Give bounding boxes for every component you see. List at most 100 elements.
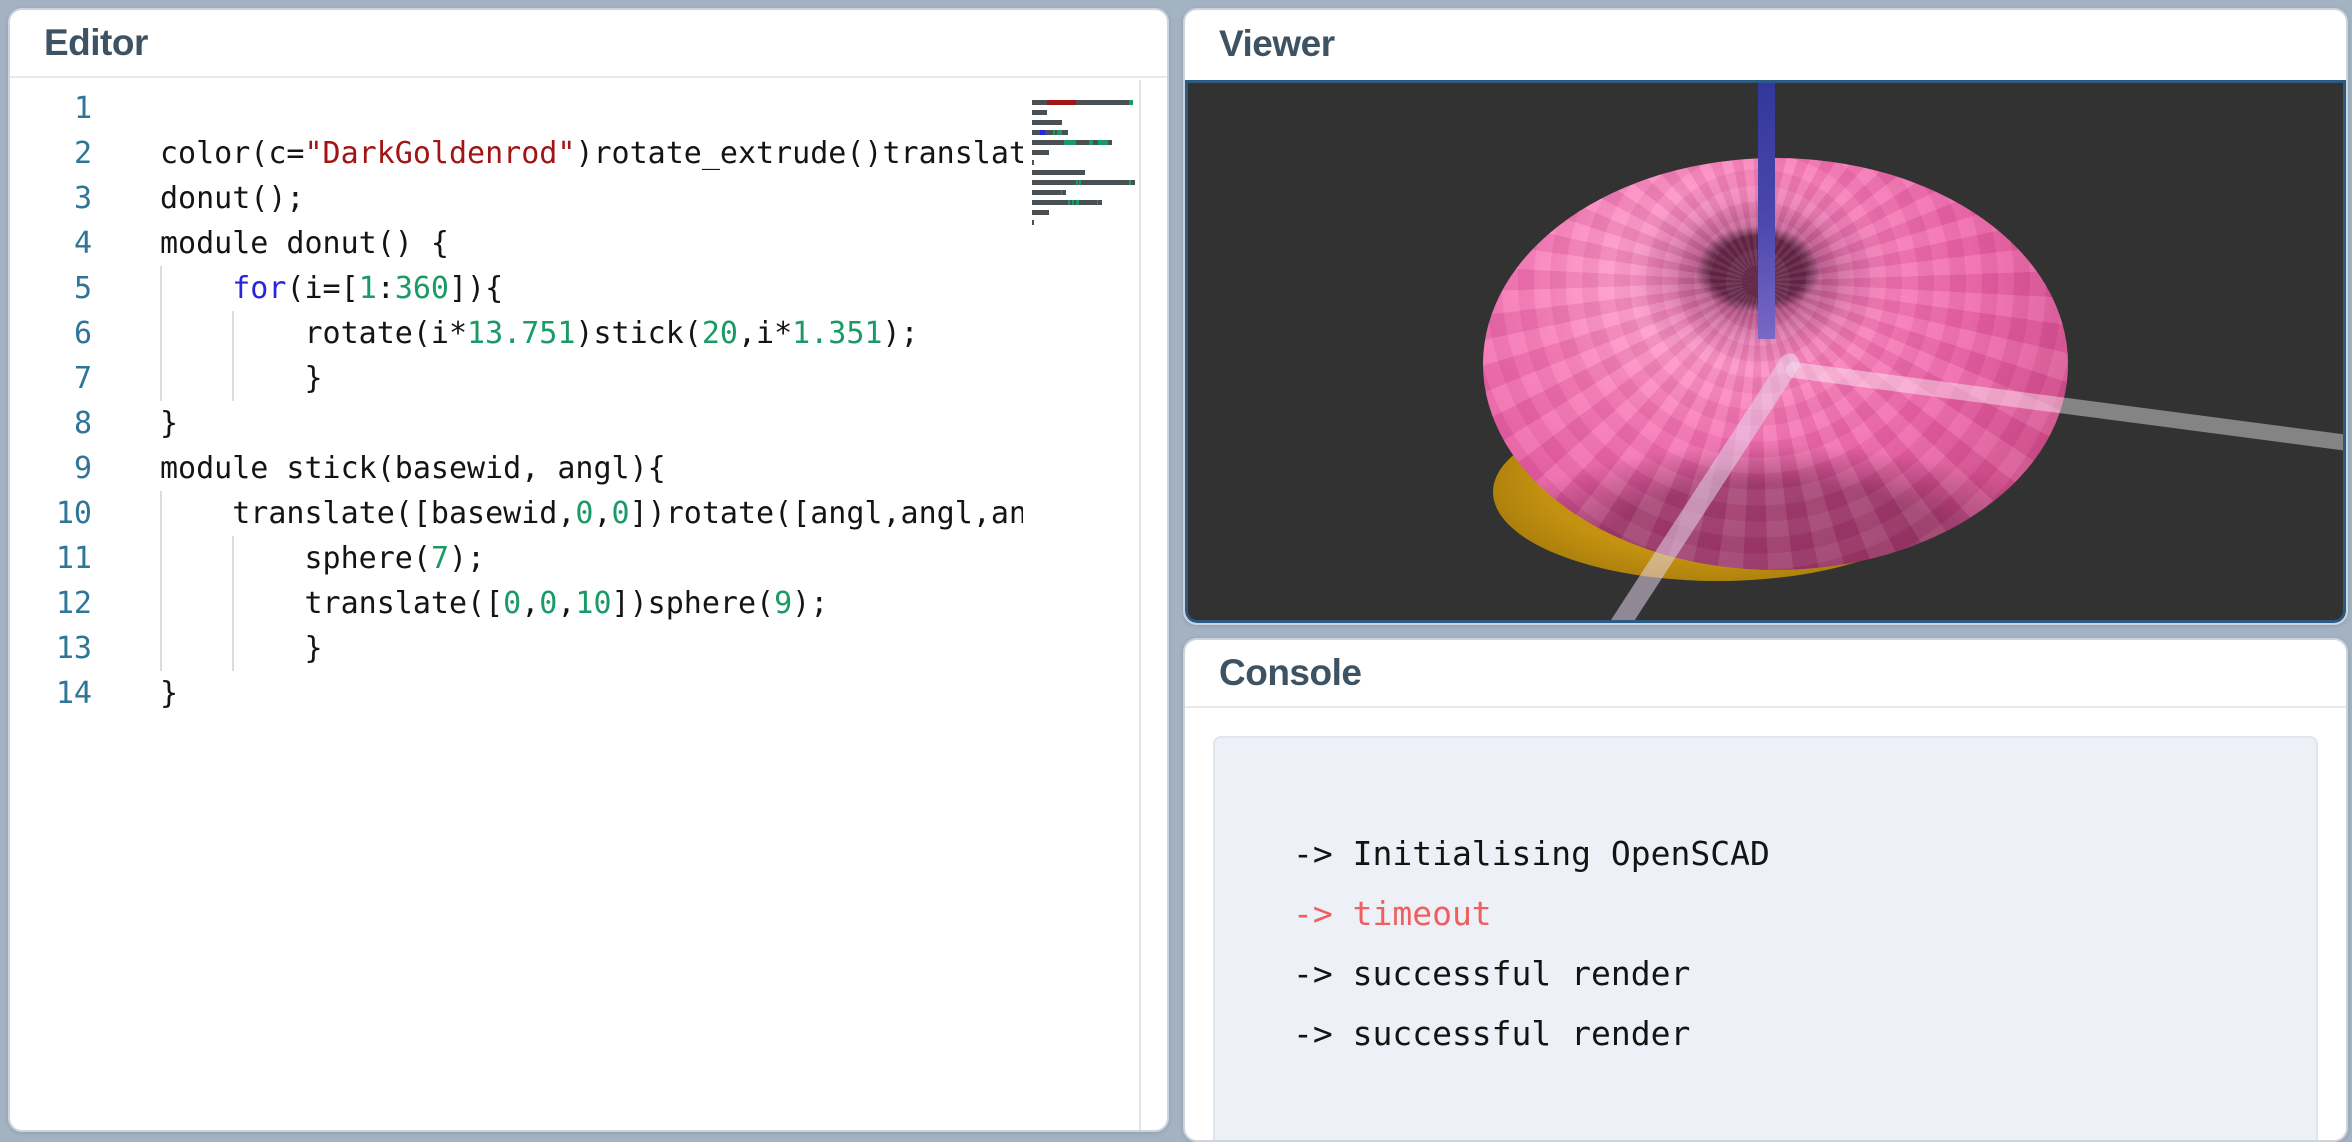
- line-number: 7: [10, 356, 92, 401]
- console-title: Console: [1219, 652, 1361, 694]
- code-line-content: color(c="DarkGoldenrod")rotate_extrude()…: [160, 131, 1023, 176]
- indent-guide: [160, 491, 162, 536]
- console-message: -> successful render: [1293, 944, 2296, 1004]
- minimap-token: [1131, 180, 1135, 185]
- viewer-title: Viewer: [1219, 23, 1335, 65]
- minimap-line: [1032, 108, 1139, 118]
- code-token: 0: [612, 496, 630, 531]
- indent-guide: [160, 536, 162, 581]
- minimap-token: [1098, 200, 1102, 205]
- code-token: donut();: [160, 181, 305, 216]
- console-message: -> timeout: [1293, 884, 2296, 944]
- minimap-token: [1032, 220, 1034, 225]
- indent-guide: [232, 311, 234, 356]
- code-token: 1.351: [792, 316, 882, 351]
- code-token: ,: [557, 586, 575, 621]
- code-line: 5 for(i=[1:360]){: [10, 266, 1167, 311]
- viewer-canvas-3d[interactable]: [1185, 80, 2346, 623]
- code-token: module stick(basewid, angl){: [160, 451, 666, 486]
- code-token: );: [882, 316, 918, 351]
- indent-guide: [160, 581, 162, 626]
- code-token: 0: [503, 586, 521, 621]
- minimap-line: [1032, 178, 1139, 188]
- minimap-token: [1032, 140, 1064, 145]
- minimap-line: [1032, 128, 1139, 138]
- indent-guide: [160, 266, 162, 311]
- minimap-token: [1032, 160, 1034, 165]
- minimap-token: [1032, 200, 1068, 205]
- line-number: 5: [10, 266, 92, 311]
- code-token: 1: [359, 271, 377, 306]
- line-number: 11: [10, 536, 92, 581]
- indent-guide: [160, 626, 162, 671]
- code-line: 1: [10, 86, 1167, 131]
- code-line: 10 translate([basewid,0,0])rotate([angl,…: [10, 491, 1167, 536]
- code-token: 20: [702, 316, 738, 351]
- code-line-content: }: [160, 626, 1023, 671]
- code-token: ]){: [449, 271, 503, 306]
- z-axis-rod: [1758, 83, 1775, 339]
- minimap-line: [1032, 208, 1139, 218]
- minimap-line: [1032, 88, 1139, 98]
- code-line-content: }: [160, 671, 1023, 716]
- code-token: ])sphere(: [612, 586, 775, 621]
- app: { "editor": { "title": "Editor", "lines"…: [0, 0, 2352, 1057]
- line-number: 9: [10, 446, 92, 491]
- line-number: 10: [10, 491, 92, 536]
- minimap-line: [1032, 98, 1139, 108]
- minimap-token: [1032, 130, 1040, 135]
- editor-title: Editor: [44, 22, 148, 64]
- minimap-line: [1032, 118, 1139, 128]
- editor-minimap[interactable]: [1029, 80, 1141, 1130]
- minimap-line: [1032, 158, 1139, 168]
- code-token: ,: [593, 496, 611, 531]
- code-line-content: rotate(i*13.751)stick(20,i*1.351);: [160, 311, 1023, 356]
- code-token: color(c=: [160, 136, 305, 171]
- code-line: 4module donut() {: [10, 221, 1167, 266]
- line-number: 6: [10, 311, 92, 356]
- code-line: 14}: [10, 671, 1167, 716]
- minimap-token: [1076, 140, 1089, 145]
- line-number: 2: [10, 131, 92, 176]
- indent-guide: [160, 356, 162, 401]
- minimap-line: [1032, 138, 1139, 148]
- indent-guide: [232, 581, 234, 626]
- code-token: 13.751: [467, 316, 575, 351]
- console-message: -> Initialising OpenSCAD: [1293, 824, 2296, 884]
- minimap-line: [1032, 218, 1139, 228]
- code-lines: 12color(c="DarkGoldenrod")rotate_extrude…: [10, 86, 1167, 716]
- code-editor[interactable]: 12color(c="DarkGoldenrod")rotate_extrude…: [10, 80, 1167, 1130]
- line-number: 13: [10, 626, 92, 671]
- code-token: }: [160, 361, 323, 396]
- code-token: module donut() {: [160, 226, 449, 261]
- minimap-token: [1032, 100, 1047, 105]
- code-line-content: translate([basewid,0,0])rotate([angl,ang…: [160, 491, 1023, 536]
- minimap-line: [1032, 188, 1139, 198]
- console-message: -> successful render: [1293, 1004, 2296, 1064]
- indent-guide: [232, 536, 234, 581]
- code-token: );: [792, 586, 828, 621]
- code-token: 10: [575, 586, 611, 621]
- code-token: (i=[: [286, 271, 358, 306]
- minimap-token: [1032, 110, 1047, 115]
- code-line: 7 }: [10, 356, 1167, 401]
- console-header: Console: [1185, 640, 2346, 708]
- code-line: 2 color(c="DarkGoldenrod")rotate_extrude(…: [10, 131, 1167, 176]
- code-token: )stick(: [575, 316, 701, 351]
- minimap-token: [1064, 140, 1075, 145]
- code-token: }: [160, 406, 178, 441]
- console-log[interactable]: -> Initialising OpenSCAD-> timeout-> suc…: [1213, 736, 2318, 1142]
- code-token: 9: [774, 586, 792, 621]
- code-token: ,i*: [738, 316, 792, 351]
- code-token: )rotate_extrude()translate([: [575, 136, 1023, 171]
- minimap-line: [1032, 168, 1139, 178]
- code-line: 3donut();: [10, 176, 1167, 221]
- code-line-content: [160, 86, 1023, 131]
- console-panel: Console -> Initialising OpenSCAD-> timeo…: [1183, 638, 2348, 1142]
- code-line: 6 rotate(i*13.751)stick(20,i*1.351);: [10, 311, 1167, 356]
- line-number: 12: [10, 581, 92, 626]
- editor-panel: Editor 12color(c="DarkGoldenrod")rotate_…: [8, 8, 1169, 1132]
- minimap-token: [1047, 100, 1076, 105]
- code-token: sphere(: [160, 541, 431, 576]
- code-line-content: donut();: [160, 176, 1023, 221]
